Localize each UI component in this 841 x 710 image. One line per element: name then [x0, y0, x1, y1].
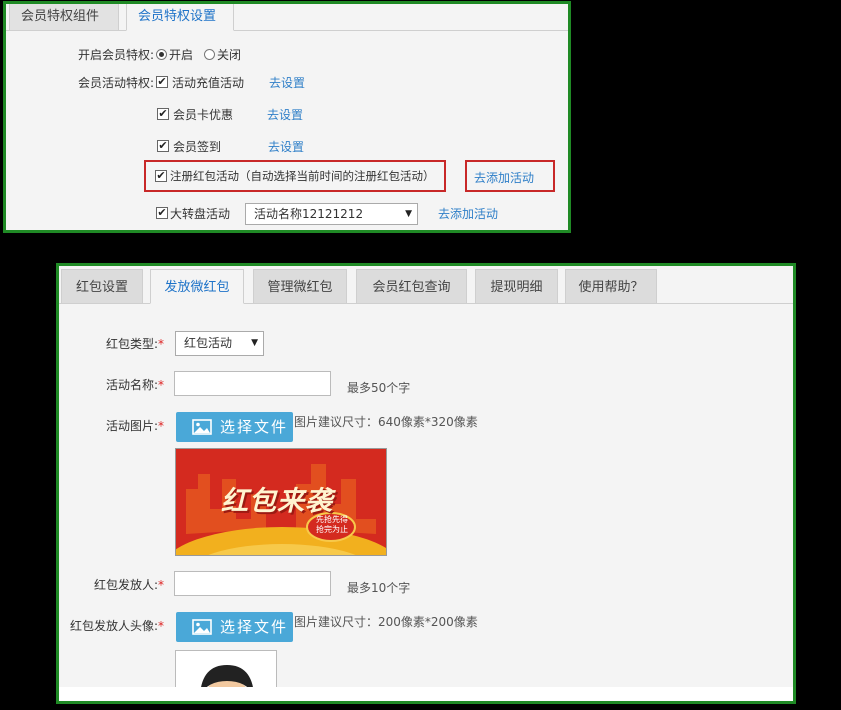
page-bottom-area	[59, 687, 793, 701]
checkbox-big-wheel[interactable]: ✔	[156, 207, 168, 219]
tab-withdraw-details[interactable]: 提现明细	[475, 269, 558, 304]
redpacket-type-label: 红包类型:*	[105, 337, 164, 351]
redpacket-type-select[interactable]: 红包活动 ▼	[175, 331, 264, 356]
member-card-setup-link[interactable]: 去设置	[267, 106, 303, 123]
tab-member-redpacket-query[interactable]: 会员红包查询	[356, 269, 467, 304]
activity-name-input[interactable]	[174, 371, 331, 396]
chevron-down-icon: ▼	[251, 338, 258, 348]
recharge-activity-label: 活动充值活动	[172, 76, 245, 90]
sender-hint: 最多10个字	[347, 581, 411, 595]
register-redpacket-label: 注册红包活动（自动选择当前时间的注册红包活动）	[170, 169, 435, 183]
radio-enable-off[interactable]	[204, 49, 215, 60]
big-wheel-label: 大转盘活动	[170, 207, 231, 221]
big-wheel-add-link[interactable]: 去添加活动	[438, 205, 498, 222]
chevron-down-icon: ▼	[405, 209, 412, 219]
sender-avatar-label: 红包发放人头像:*	[69, 619, 164, 633]
tab-usage-help[interactable]: 使用帮助？	[565, 269, 657, 304]
activity-privilege-label: 会员活动特权:	[77, 76, 154, 90]
member-checkin-setup-link[interactable]: 去设置	[268, 138, 304, 155]
register-redpacket-add-link[interactable]: 去添加活动	[474, 169, 534, 186]
banner-badge: 先抢先得 抢完为止	[316, 515, 348, 534]
image-icon	[192, 419, 212, 435]
tab-member-privilege-component[interactable]: 会员特权组件	[9, 4, 119, 31]
member-checkin-label: 会员签到	[173, 140, 222, 154]
checkbox-register-redpacket[interactable]: ✔	[155, 170, 167, 182]
sender-label: 红包发放人:*	[93, 578, 164, 592]
activity-image-label: 活动图片:*	[105, 419, 164, 433]
tab-manage-redpacket[interactable]: 管理微红包	[253, 269, 347, 304]
sender-avatar-file-button[interactable]: 选择文件	[176, 612, 293, 642]
tab-redpacket-settings[interactable]: 红包设置	[61, 269, 143, 304]
activity-name-label: 活动名称:*	[105, 378, 164, 392]
banner-title: 红包来袭	[221, 486, 333, 517]
radio-enable-on-label: 开启	[169, 48, 194, 62]
member-card-discount-label: 会员卡优惠	[173, 108, 234, 122]
tab-send-redpacket[interactable]: 发放微红包	[150, 269, 244, 304]
radio-enable-off-label: 关闭	[217, 48, 242, 62]
tab-member-privilege-settings[interactable]: 会员特权设置	[126, 4, 234, 31]
radio-enable-on[interactable]	[156, 49, 167, 60]
redpacket-type-value: 红包活动	[184, 336, 233, 350]
redpacket-panel: 红包设置 发放微红包 管理微红包 会员红包查询 提现明细 使用帮助？ 红包类型:…	[56, 263, 796, 704]
redpacket-tab-bar: 红包设置 发放微红包 管理微红包 会员红包查询 提现明细 使用帮助？	[59, 266, 793, 304]
checkbox-member-card-discount[interactable]: ✔	[157, 108, 169, 120]
image-icon	[192, 619, 212, 635]
sender-input[interactable]	[174, 571, 331, 596]
member-privilege-settings-panel: 会员特权组件 会员特权设置 开启会员特权: 开启 关闭 会员活动特权: ✔ 活动…	[3, 1, 571, 233]
checkbox-recharge-activity[interactable]: ✔	[156, 76, 168, 88]
checkbox-member-checkin[interactable]: ✔	[157, 140, 169, 152]
big-wheel-select-value: 活动名称12121212	[254, 207, 364, 221]
activity-image-preview: 红包来袭 先抢先得 抢完为止	[175, 448, 387, 556]
activity-image-hint: 图片建议尺寸：640像素*320像素	[294, 415, 478, 429]
recharge-activity-setup-link[interactable]: 去设置	[269, 74, 305, 91]
settings-tab-bar: 会员特权组件 会员特权设置	[6, 4, 568, 31]
activity-name-hint: 最多50个字	[347, 381, 411, 395]
enable-privilege-label: 开启会员特权:	[77, 48, 154, 62]
big-wheel-activity-select[interactable]: 活动名称12121212 ▼	[245, 203, 418, 225]
activity-image-file-button[interactable]: 选择文件	[176, 412, 293, 442]
sender-avatar-hint: 图片建议尺寸：200像素*200像素	[294, 615, 478, 629]
